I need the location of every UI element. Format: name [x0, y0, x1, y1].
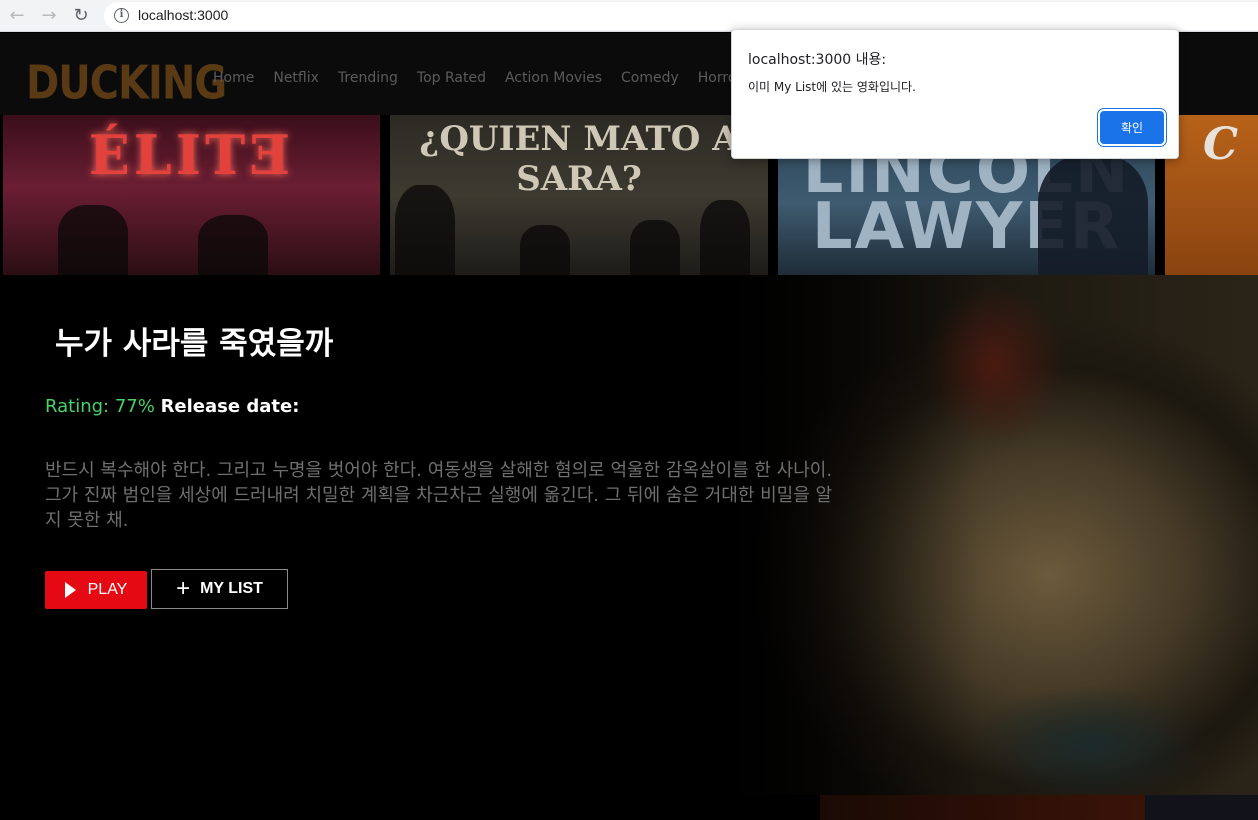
poster-card[interactable]	[820, 795, 1145, 820]
poster-figure	[1038, 155, 1148, 275]
nav-item-comedy[interactable]: Comedy	[621, 70, 679, 86]
next-row-peek	[0, 795, 1258, 820]
poster-card[interactable]: ÉLITƎ	[3, 115, 380, 275]
address-bar[interactable]: i localhost:3000	[104, 2, 1258, 30]
dialog-message: 이미 My List에 있는 영화입니다.	[748, 80, 916, 94]
alert-dialog: localhost:3000 내용: 이미 My List에 있는 영화입니다.…	[731, 29, 1179, 159]
poster-figure	[395, 185, 455, 275]
play-icon	[64, 582, 76, 598]
site-logo[interactable]: DUCKING	[26, 57, 227, 110]
poster-figure	[520, 225, 570, 275]
poster-card[interactable]	[1145, 795, 1258, 820]
nav-item-top-rated[interactable]: Top Rated	[417, 70, 486, 86]
back-arrow-icon[interactable]: ←	[5, 4, 29, 28]
plus-icon: +	[176, 575, 191, 602]
rating-text: Rating: 77%	[45, 396, 155, 417]
nav-item-action-movies[interactable]: Action Movies	[505, 70, 602, 86]
play-button[interactable]: PLAY	[45, 571, 147, 609]
forward-arrow-icon[interactable]: →	[37, 4, 61, 28]
hero-overview: 반드시 복수해야 한다. 그리고 누명을 벗어야 한다. 여동생을 살해한 혐의…	[45, 460, 833, 531]
nav-item-home[interactable]: Home	[213, 70, 254, 86]
poster-card[interactable]: ¿QUIEN MATO A SARA?	[390, 115, 768, 275]
poster-figure	[700, 200, 750, 275]
browser-toolbar: ← → ↻ i localhost:3000	[0, 0, 1258, 32]
hero-title: 누가 사라를 죽였을까	[55, 326, 334, 362]
nav-menu: Home Netflix Trending Top Rated Action M…	[213, 70, 814, 86]
my-list-button-label: MY LIST	[200, 580, 263, 597]
release-date-text: Release date:	[160, 396, 300, 417]
hero-gradient	[700, 275, 980, 795]
site-info-icon[interactable]: i	[114, 8, 129, 23]
nav-item-trending[interactable]: Trending	[338, 70, 398, 86]
poster-figure	[198, 215, 268, 275]
ok-button[interactable]: 확인	[1100, 111, 1164, 144]
dialog-title: localhost:3000 내용:	[748, 52, 887, 68]
play-button-label: PLAY	[87, 581, 128, 598]
poster-title: ¿QUIEN MATO A SARA?	[419, 119, 739, 199]
hero-banner: 누가 사라를 죽였을까 Rating: 77% Release date: 반드…	[0, 275, 1258, 795]
poster-title: ÉLITƎ	[88, 123, 295, 187]
poster-figure	[58, 205, 128, 275]
reload-icon[interactable]: ↻	[69, 4, 93, 28]
hero-meta: Rating: 77% Release date:	[45, 396, 299, 417]
url-text[interactable]: localhost:3000	[138, 7, 228, 23]
nav-item-netflix[interactable]: Netflix	[273, 70, 319, 86]
poster-figure	[630, 220, 680, 275]
my-list-button[interactable]: + MY LIST	[151, 569, 288, 609]
